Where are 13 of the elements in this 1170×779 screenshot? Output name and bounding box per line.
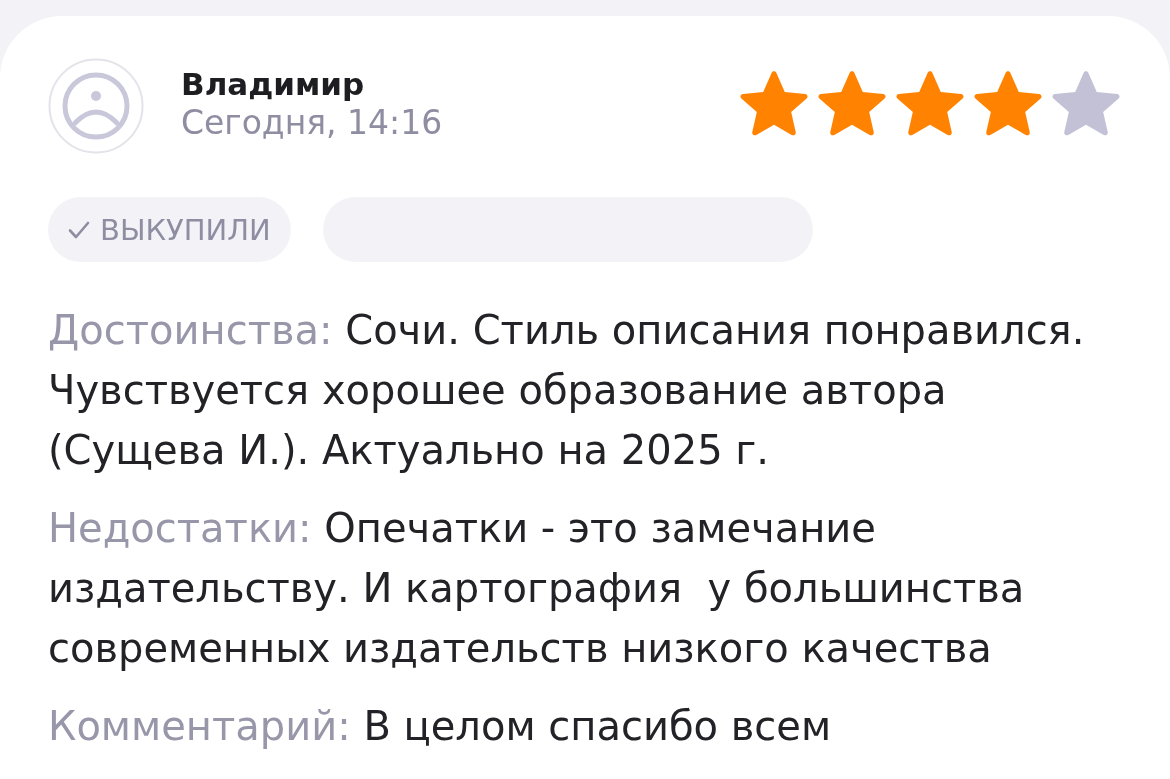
star-icon xyxy=(896,70,964,136)
author-name: Владимир xyxy=(181,65,366,103)
star-icon xyxy=(740,70,808,136)
review-text: Недостатки: Опечатки - это замечание издательству. И картография у большинства современных издательств низкого качества xyxy=(48,504,1026,673)
review-text: Комментарий: В целом спасибо всем xyxy=(48,702,833,751)
check-icon xyxy=(68,220,90,239)
star-icon xyxy=(974,70,1042,136)
review-text: Достоинства: Сочи. Стиль описания понравился. Чувствуется хорошее образование автора (Сущева И.). Актуально на 2025 г. xyxy=(48,306,1086,475)
verified-badge: ВЫКУПИЛИ xyxy=(48,197,291,262)
star-icon xyxy=(818,70,886,136)
user-avatar-icon xyxy=(48,58,144,154)
review-date: Сегодня, 14:16 xyxy=(181,103,443,143)
star-icon xyxy=(1052,70,1120,136)
